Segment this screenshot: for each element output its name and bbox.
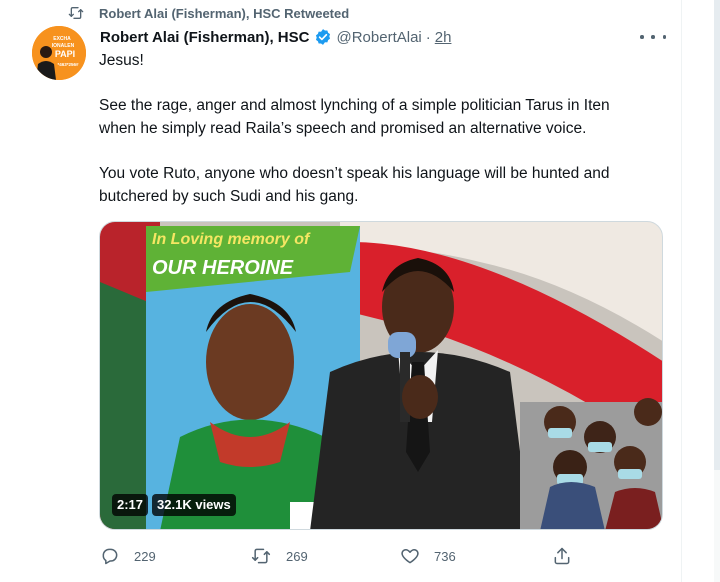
reply-button[interactable]: 229 bbox=[100, 544, 156, 568]
tweet-actions: 229 269 736 bbox=[100, 544, 580, 568]
column-divider bbox=[681, 0, 682, 582]
tweet-text-line: See the rage, anger and almost lynching … bbox=[99, 97, 610, 114]
svg-text:PAPI: PAPI bbox=[55, 49, 75, 59]
retweet-button[interactable]: 269 bbox=[250, 544, 308, 568]
share-icon bbox=[554, 547, 570, 565]
reply-icon bbox=[102, 548, 118, 565]
video-duration: 2:17 bbox=[112, 494, 149, 516]
like-button[interactable]: 736 bbox=[400, 544, 456, 568]
avatar[interactable]: EXCHA IONALEN PAPI *463*256# bbox=[32, 26, 86, 80]
tweet-timestamp[interactable]: 2h bbox=[435, 29, 452, 46]
author-handle[interactable]: @RobertAlai bbox=[336, 29, 421, 46]
video-player[interactable]: In Loving memory of OUR HEROINE bbox=[99, 221, 663, 530]
separator-dot: · bbox=[425, 28, 431, 46]
video-views: 32.1K views bbox=[152, 494, 236, 516]
tweet-text-line: Jesus! bbox=[99, 52, 144, 69]
banner-line-1: In Loving memory of bbox=[152, 231, 311, 248]
verified-badge-icon bbox=[314, 28, 332, 46]
video-stats-badge: 2:17 32.1K views bbox=[112, 494, 236, 516]
share-button[interactable] bbox=[552, 544, 586, 568]
like-icon bbox=[401, 549, 419, 564]
svg-text:EXCHA: EXCHA bbox=[53, 36, 71, 42]
banner-line-2: OUR HEROINE bbox=[152, 257, 294, 279]
tweet-text: Jesus! See the rage, anger and almost ly… bbox=[99, 49, 664, 208]
retweeted-by-label: Robert Alai (Fisherman), HSC Retweeted bbox=[99, 5, 350, 21]
tweet-header: Robert Alai (Fisherman), HSC @RobertAlai… bbox=[100, 26, 451, 48]
retweeted-by-row[interactable]: Robert Alai (Fisherman), HSC Retweeted bbox=[67, 4, 349, 22]
tweet-text-line: You vote Ruto, anyone who doesn’t speak … bbox=[99, 165, 610, 182]
svg-text:*463*256#: *463*256# bbox=[57, 62, 79, 67]
retweet-icon bbox=[68, 6, 84, 19]
author-name[interactable]: Robert Alai (Fisherman), HSC bbox=[100, 29, 309, 46]
retweet-icon bbox=[251, 548, 271, 564]
retweet-count: 269 bbox=[286, 548, 308, 564]
tweet-text-line: butchered by such Sudi and his gang. bbox=[99, 188, 359, 205]
tweet-text-line: when he simply read Raila’s speech and p… bbox=[99, 120, 587, 137]
like-count: 736 bbox=[434, 548, 456, 564]
scrollbar-thumb[interactable] bbox=[714, 0, 720, 470]
reply-count: 229 bbox=[134, 548, 156, 564]
more-icon[interactable] bbox=[640, 28, 666, 46]
